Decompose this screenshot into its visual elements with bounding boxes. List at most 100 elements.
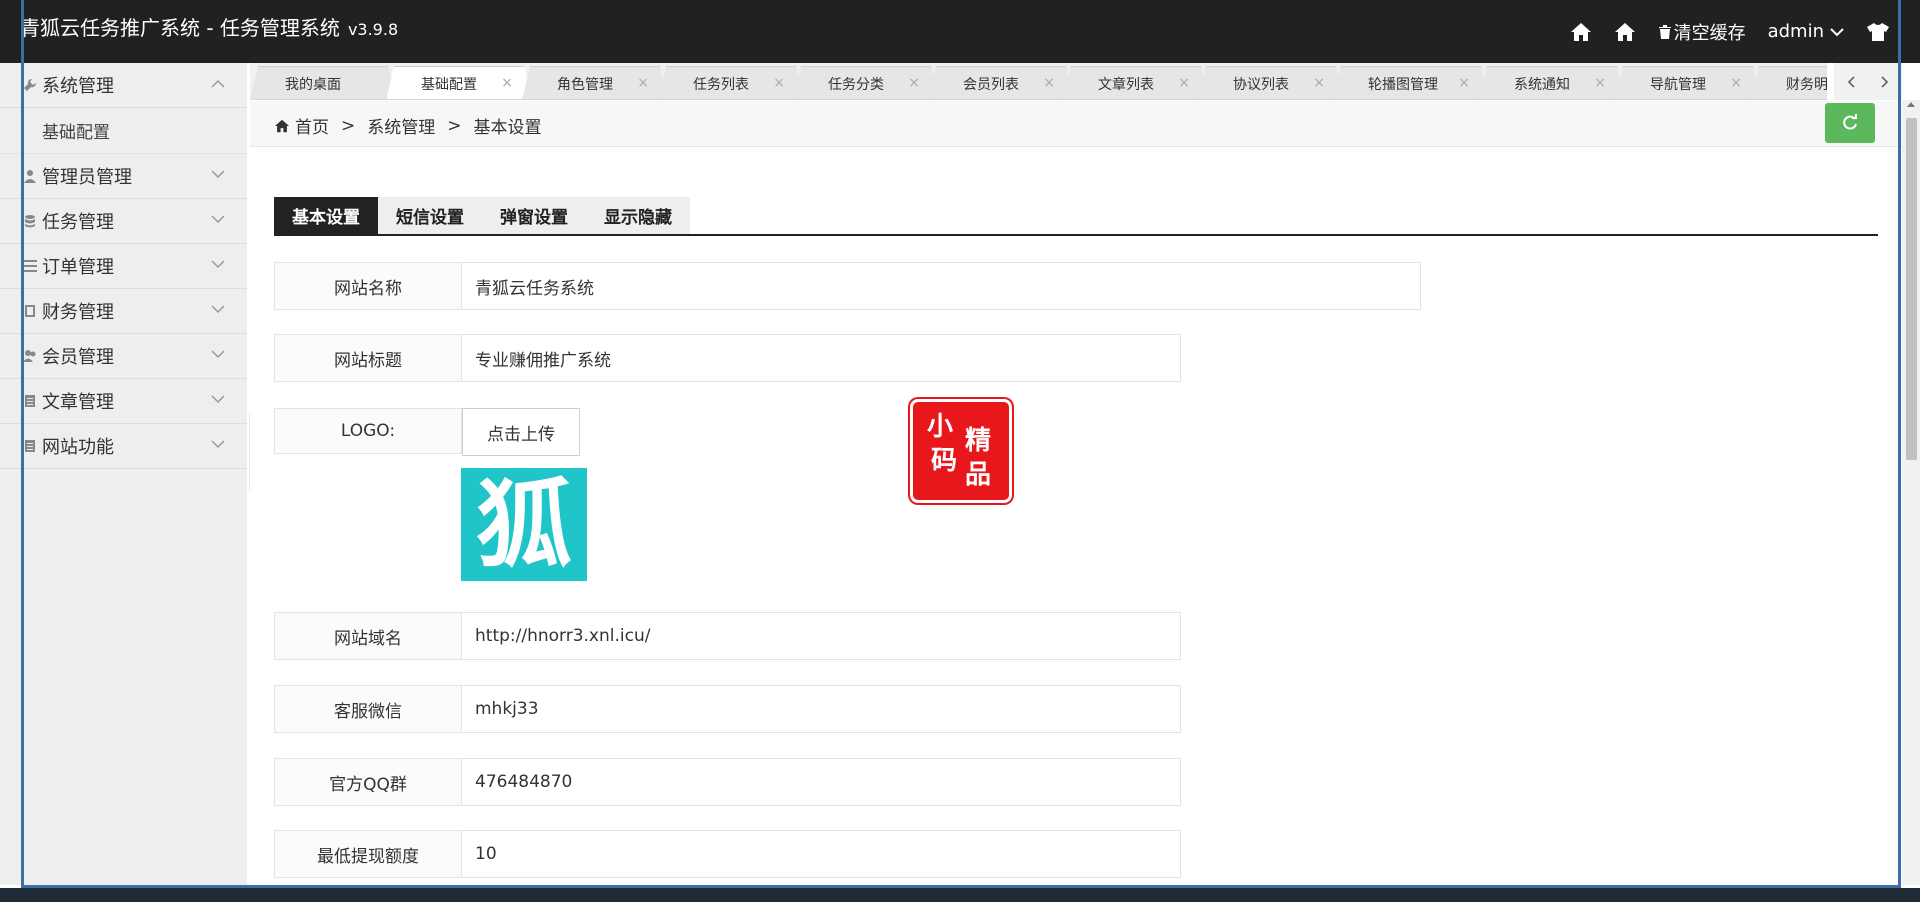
sidebar-item-tasks[interactable]: 任务管理	[0, 199, 247, 244]
close-icon[interactable]: ×	[908, 75, 920, 91]
user-name: admin	[1767, 21, 1824, 42]
tab-label: 我的桌面	[285, 76, 341, 93]
user-icon	[22, 168, 38, 184]
tab-visibility-settings[interactable]: 显示隐藏	[586, 197, 690, 234]
clear-cache-button[interactable]: 清空缓存	[1658, 19, 1746, 45]
sidebar-item-label: 文章管理	[42, 392, 114, 413]
tab-popup-settings[interactable]: 弹窗设置	[482, 197, 586, 234]
form-row-site-name: 网站名称 青狐云任务系统	[274, 262, 1421, 310]
sidebar-item-orders[interactable]: 订单管理	[0, 244, 247, 289]
form-row-min-withdraw: 最低提现额度 10	[274, 830, 1181, 878]
tab-label: 系统通知	[1514, 76, 1570, 93]
scroll-thumb[interactable]	[1906, 118, 1917, 460]
site-name-input[interactable]: 青狐云任务系统	[462, 262, 1421, 310]
tab-roles[interactable]: 角色管理 ×	[522, 66, 668, 100]
min-withdraw-label: 最低提现额度	[274, 830, 462, 878]
form-row-service-wechat: 客服微信 mhkj33	[274, 685, 1181, 733]
tab-task-category[interactable]: 任务分类 ×	[793, 66, 939, 100]
close-icon[interactable]: ×	[637, 75, 649, 91]
sidebar-item-admins[interactable]: 管理员管理	[0, 154, 247, 199]
sidebar-item-system[interactable]: 系统管理	[0, 63, 247, 108]
upload-logo-button[interactable]: 点击上传	[462, 408, 580, 456]
tab-label: 任务列表	[693, 76, 749, 93]
settings-tabs-underline	[274, 234, 1878, 236]
seal-char: 精	[965, 426, 992, 456]
tab-sms-settings[interactable]: 短信设置	[378, 197, 482, 234]
close-icon[interactable]: ×	[501, 75, 513, 91]
service-wechat-input[interactable]: mhkj33	[462, 685, 1181, 733]
sidebar-item-label: 订单管理	[42, 257, 114, 278]
settings-tabs: 基本设置 短信设置 弹窗设置 显示隐藏	[274, 197, 690, 234]
scroll-up-arrow-icon[interactable]	[1907, 102, 1915, 107]
sidebar-item-label: 会员管理	[42, 347, 114, 368]
home-icon	[275, 119, 289, 132]
close-icon[interactable]: ×	[1178, 75, 1190, 91]
chevron-down-icon	[1830, 27, 1844, 36]
service-wechat-label: 客服微信	[274, 685, 462, 733]
sidebar-item-label: 财务管理	[42, 302, 114, 323]
chevron-down-icon	[211, 215, 225, 224]
tab-task-list[interactable]: 任务列表 ×	[658, 66, 804, 100]
site-domain-input[interactable]: http://hnorr3.xnl.icu/	[462, 612, 1181, 660]
tab-label: 导航管理	[1650, 76, 1706, 93]
tab-label: 协议列表	[1233, 76, 1289, 93]
close-icon[interactable]: ×	[1043, 75, 1055, 91]
tab-basic-config[interactable]: 基础配置 ×	[386, 66, 532, 100]
breadcrumb-separator: >	[341, 115, 356, 136]
tab-article-list[interactable]: 文章列表 ×	[1063, 66, 1209, 100]
breadcrumb: 首页 > 系统管理 > 基本设置	[274, 113, 542, 138]
tab-member-list[interactable]: 会员列表 ×	[928, 66, 1074, 100]
tab-scroll-left[interactable]	[1834, 63, 1868, 100]
chevron-down-icon	[211, 260, 225, 269]
breadcrumb-home[interactable]: 首页	[295, 113, 329, 138]
tab-agreement-list[interactable]: 协议列表 ×	[1198, 66, 1344, 100]
tab-finance-detail[interactable]: 财务明	[1751, 66, 1827, 100]
tab-bar: 我的桌面 基础配置 × 角色管理 × 任务列表 × 任务分类 × 会员列表 × 文章列表 ×…	[250, 63, 1827, 100]
user-menu[interactable]: admin	[1768, 21, 1844, 42]
sidebar-item-articles[interactable]: 文章管理	[0, 379, 247, 424]
close-icon[interactable]: ×	[773, 75, 785, 91]
qq-group-input[interactable]: 476484870	[462, 758, 1181, 806]
breadcrumb-system[interactable]: 系统管理	[367, 113, 435, 138]
close-icon[interactable]: ×	[1313, 75, 1325, 91]
tab-scroll-right[interactable]	[1868, 63, 1902, 100]
breadcrumb-current: 基本设置	[473, 118, 542, 138]
tab-system-notice[interactable]: 系统通知 ×	[1479, 66, 1625, 100]
window-frame-right	[1898, 0, 1901, 889]
shirt-icon[interactable]	[1866, 22, 1890, 42]
sidebar-item-finance[interactable]: 财务管理	[0, 289, 247, 334]
app-title-text: 青狐云任务推广系统 - 任务管理系统	[20, 16, 340, 40]
logo-label: LOGO:	[274, 408, 462, 454]
site-domain-label: 网站域名	[274, 612, 462, 660]
chevron-up-icon	[211, 79, 225, 88]
app-title: 青狐云任务推广系统 - 任务管理系统 v3.9.8	[20, 14, 398, 44]
refresh-icon	[1843, 114, 1857, 130]
home-icon[interactable]	[1570, 22, 1592, 42]
page-scrollbar[interactable]	[1902, 100, 1920, 885]
window-frame-left	[21, 0, 24, 889]
min-withdraw-input[interactable]: 10	[462, 830, 1181, 878]
tab-navigation[interactable]: 导航管理 ×	[1615, 66, 1761, 100]
close-icon[interactable]: ×	[1730, 75, 1742, 91]
sidebar-item-label: 网站功能	[42, 437, 114, 458]
sidebar-item-site-functions[interactable]: 网站功能	[0, 424, 247, 469]
sidebar-subitem-basic-config[interactable]: 基础配置	[0, 108, 247, 154]
chevron-down-icon	[211, 350, 225, 359]
sidebar-item-label: 管理员管理	[42, 167, 132, 188]
main-content: 基本设置 短信设置 弹窗设置 显示隐藏 网站名称 青狐云任务系统 网站标题 专业…	[250, 147, 1902, 885]
tab-label: 基础配置	[421, 76, 477, 93]
close-icon[interactable]: ×	[1594, 75, 1606, 91]
form-row-site-domain: 网站域名 http://hnorr3.xnl.icu/	[274, 612, 1181, 660]
file-icon	[22, 393, 38, 409]
close-icon[interactable]: ×	[1458, 75, 1470, 91]
chevron-left-icon	[1847, 75, 1855, 88]
sidebar: 系统管理 基础配置 管理员管理 任务管理 订单管理 财务管理 会员管理 文章管理…	[0, 63, 247, 885]
sidebar-item-members[interactable]: 会员管理	[0, 334, 247, 379]
trash-icon	[1658, 24, 1671, 39]
site-title-input[interactable]: 专业赚佣推广系统	[462, 334, 1181, 382]
home-icon-secondary[interactable]	[1614, 22, 1636, 42]
tab-desktop[interactable]: 我的桌面	[250, 66, 396, 100]
refresh-button[interactable]	[1825, 103, 1875, 143]
tab-basic-settings[interactable]: 基本设置	[274, 197, 378, 234]
tab-carousel[interactable]: 轮播图管理 ×	[1333, 66, 1489, 100]
